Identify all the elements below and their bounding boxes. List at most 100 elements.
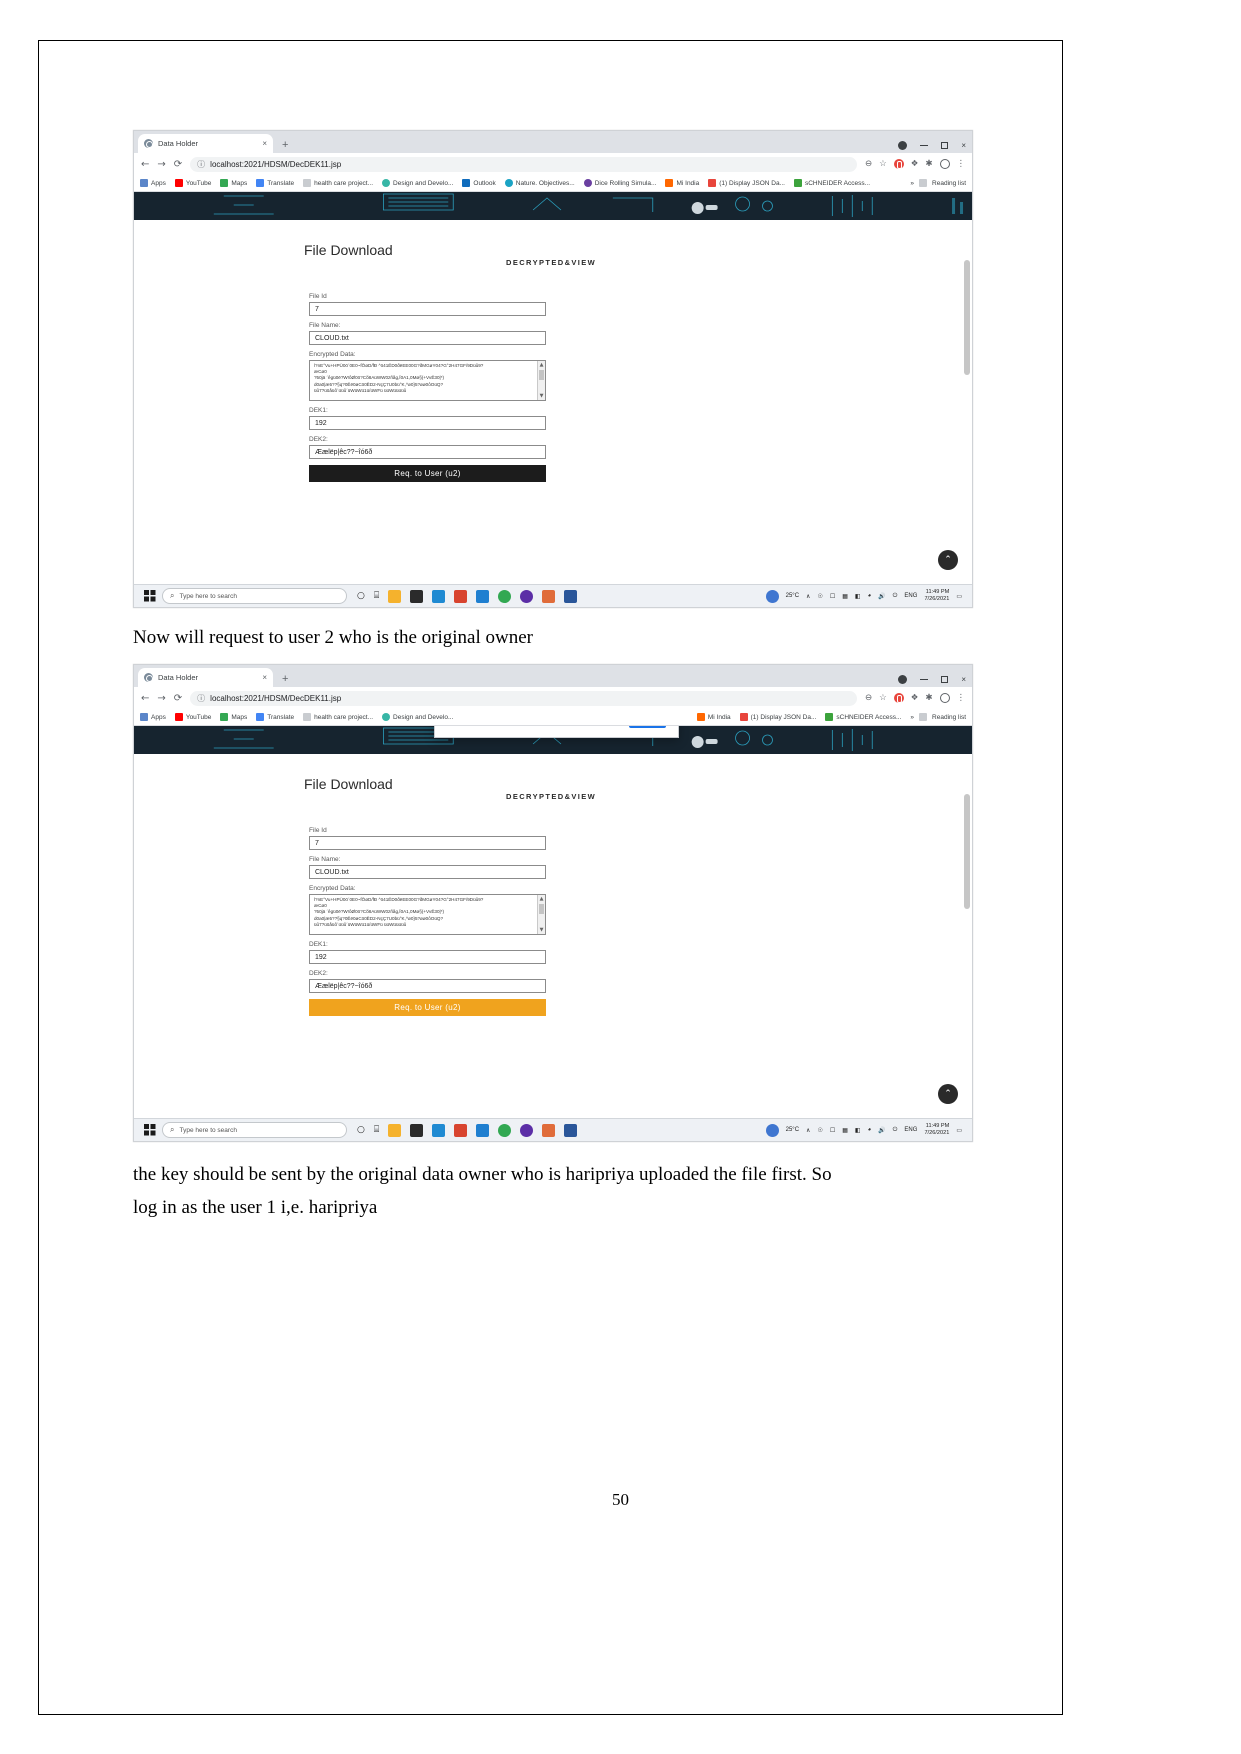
start-button[interactable] — [140, 1124, 160, 1136]
volume-icon[interactable]: 🔊 — [878, 1127, 885, 1134]
bookmark-item[interactable]: Apps — [140, 713, 166, 721]
bookmark-star-icon[interactable]: ☆ — [879, 693, 887, 703]
forward-icon[interactable]: → — [157, 159, 165, 170]
bookmark-item[interactable]: Nature. Objectives... — [504, 179, 575, 187]
tray-icon-d[interactable]: ◧ — [855, 1127, 861, 1134]
extensions-icon[interactable]: ❖ — [911, 159, 919, 169]
paint-icon[interactable] — [542, 1123, 556, 1137]
dek2-input[interactable]: Æælëp|êc??~îó6ð — [309, 445, 546, 459]
taskbar-clock[interactable]: 11:49 PM 7/26/2021 — [924, 1123, 949, 1137]
reading-list-label[interactable]: Reading list — [932, 714, 966, 721]
start-button[interactable] — [140, 590, 160, 602]
task-view-icon[interactable]: ⌸ — [374, 1125, 379, 1135]
store-icon[interactable] — [410, 589, 424, 603]
cortana-icon[interactable]: ○ — [357, 591, 365, 601]
maximize-icon[interactable] — [941, 676, 949, 683]
settings-icon[interactable] — [898, 675, 908, 684]
scroll-down-arrow-icon[interactable]: ▼ — [538, 392, 545, 400]
bookmark-item[interactable]: YouTube — [174, 713, 211, 721]
office-icon[interactable] — [454, 1123, 468, 1137]
textarea-scrollbar[interactable]: ▲ ▼ — [537, 361, 545, 400]
task-view-icon[interactable]: ⌸ — [374, 591, 379, 601]
language-indicator[interactable]: ENG — [904, 1127, 917, 1133]
paint-icon[interactable] — [542, 589, 556, 603]
pin-extension-icon[interactable]: ✱ — [925, 159, 932, 169]
scroll-to-top-button[interactable]: ⌃ — [938, 1084, 958, 1104]
tray-icon-c[interactable]: ▦ — [842, 593, 848, 600]
settings-icon[interactable] — [898, 141, 908, 150]
file-id-input[interactable]: 7 — [309, 836, 546, 850]
dek2-input[interactable]: Æælëp|êc??~îó6ð — [309, 979, 546, 993]
close-window-icon[interactable]: × — [961, 675, 966, 684]
extension-red-icon[interactable] — [893, 159, 904, 169]
battery-icon[interactable]: ⏻ — [893, 593, 898, 600]
dialog-ok-button[interactable]: OK — [628, 726, 666, 728]
reading-list-label[interactable]: Reading list — [932, 180, 966, 187]
minimize-icon[interactable] — [920, 145, 929, 146]
extension-red-icon[interactable] — [893, 693, 904, 703]
bookmark-item[interactable]: sCHNEIDER Access... — [793, 179, 870, 187]
tray-expand-icon[interactable]: ∧ — [806, 1127, 810, 1134]
bookmark-item[interactable]: YouTube — [174, 179, 211, 187]
vscode-icon[interactable] — [432, 589, 446, 603]
new-tab-button[interactable]: + — [282, 139, 288, 151]
site-info-icon[interactable]: ⓘ — [197, 159, 205, 170]
bookmark-item[interactable]: Dice Rolling Simula... — [583, 179, 656, 187]
close-tab-icon[interactable]: × — [256, 139, 267, 148]
office-icon[interactable] — [454, 589, 468, 603]
taskbar-clock[interactable]: 11:49 PM 7/26/2021 — [924, 589, 949, 603]
bookmark-item[interactable]: Mi India — [696, 713, 731, 721]
minimize-icon[interactable] — [920, 679, 929, 680]
browser-menu-icon[interactable]: ⋮ — [957, 159, 966, 169]
bookmark-item[interactable]: Outlook — [462, 179, 496, 187]
bookmark-item[interactable]: Maps — [220, 179, 247, 187]
new-tab-button[interactable]: + — [282, 673, 288, 685]
reload-icon[interactable]: ⟳ — [174, 693, 182, 704]
bookmark-item[interactable]: sCHNEIDER Access... — [825, 713, 901, 721]
weather-temp[interactable]: 25°C — [786, 593, 799, 599]
bookmark-star-icon[interactable]: ☆ — [879, 159, 887, 169]
textarea-scrollbar[interactable]: ▲ ▼ — [537, 895, 545, 934]
volume-icon[interactable]: 🔊 — [878, 593, 885, 600]
browser-menu-icon[interactable]: ⋮ — [957, 693, 966, 703]
bookmarks-overflow-icon[interactable]: » — [910, 714, 914, 721]
mail-icon[interactable] — [476, 1123, 490, 1137]
tray-icon-b[interactable]: ☐ — [830, 1127, 835, 1134]
zoom-icon[interactable]: ⊖ — [865, 159, 872, 169]
bookmark-item[interactable]: health care project... — [303, 179, 373, 187]
site-info-icon[interactable]: ⓘ — [197, 693, 205, 704]
file-explorer-icon[interactable] — [388, 589, 402, 603]
taskbar-search-input[interactable]: ⌕ Type here to search — [162, 1122, 347, 1138]
back-icon[interactable]: ← — [141, 159, 149, 170]
notifications-icon[interactable]: ▭ — [956, 1127, 962, 1134]
store-icon[interactable] — [410, 1123, 424, 1137]
network-icon[interactable] — [765, 1123, 779, 1137]
battery-icon[interactable]: ⏻ — [893, 1127, 898, 1134]
encrypted-data-textarea[interactable]: l?nE°Vu+HPÙ0ö´0E0~fÖøD/fÐ ^ö41ËD0ðëEE00G… — [309, 360, 546, 401]
dek1-input[interactable]: 192 — [309, 950, 546, 964]
opera-icon[interactable] — [520, 589, 534, 603]
bookmarks-overflow-icon[interactable]: » — [910, 180, 914, 187]
forward-icon[interactable]: → — [157, 693, 165, 704]
dek1-input[interactable]: 192 — [309, 416, 546, 430]
scroll-to-top-button[interactable]: ⌃ — [938, 550, 958, 570]
bookmark-item[interactable]: Apps — [140, 179, 166, 187]
cortana-icon[interactable]: ○ — [357, 1125, 365, 1135]
bookmark-item[interactable]: health care project... — [303, 713, 373, 721]
chrome-icon[interactable] — [498, 589, 512, 603]
vscode-icon[interactable] — [432, 1123, 446, 1137]
bookmark-item[interactable]: Design and Develo... — [382, 713, 453, 721]
opera-icon[interactable] — [520, 1123, 534, 1137]
tray-icon-b[interactable]: ☐ — [830, 593, 835, 600]
notifications-icon[interactable]: ▭ — [956, 593, 962, 600]
file-name-input[interactable]: CLOUD.txt — [309, 331, 546, 345]
browser-tab-2[interactable]: Data Holder × — [138, 668, 273, 687]
tray-icon-a[interactable]: ☉ — [817, 1127, 822, 1134]
bookmark-item[interactable]: (1) Display JSON Da... — [708, 179, 785, 187]
tray-expand-icon[interactable]: ∧ — [806, 593, 810, 600]
address-bar-1[interactable]: ⓘ localhost:2021/HDSM/DecDEK11.jsp — [190, 156, 857, 172]
wifi-icon[interactable]: ◕ — [868, 593, 872, 599]
pin-extension-icon[interactable]: ✱ — [925, 693, 932, 703]
avatar[interactable] — [939, 693, 950, 703]
scroll-up-arrow-icon[interactable]: ▲ — [538, 361, 545, 369]
